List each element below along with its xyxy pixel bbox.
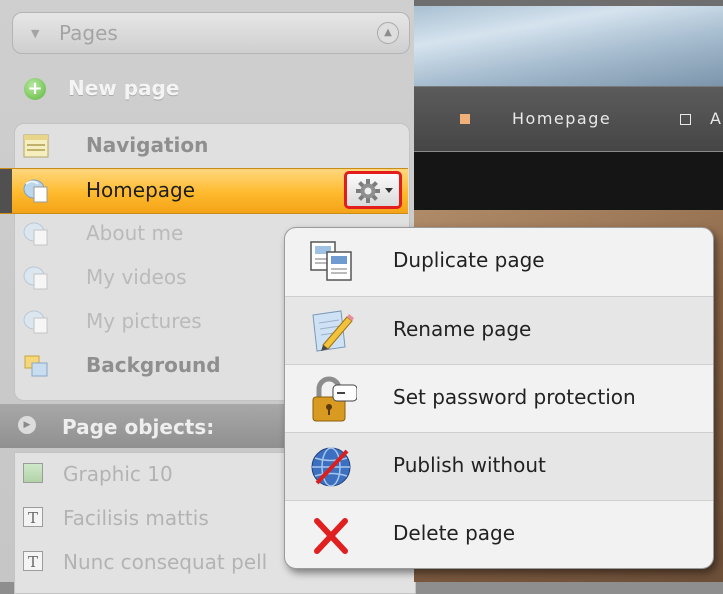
page-item-label: Homepage [86,178,196,202]
navigation-icon [23,134,49,158]
menu-item-label: Publish without [393,453,546,477]
text-icon: T [23,507,43,527]
menu-item-label: Rename page [393,317,532,341]
menu-item-label: Delete page [393,521,516,545]
chevron-down-icon [385,188,393,193]
delete-icon [314,518,348,554]
page-item-label: My videos [86,265,187,289]
page-objects-title: Page objects: [62,415,215,439]
menu-item-label: Duplicate page [393,248,545,272]
site-navigation-bar: Homepage A [414,86,723,153]
menu-item-publish-without[interactable]: Publish without [285,432,713,501]
page-context-menu: Duplicate page Rename page Set password … [284,227,714,569]
collapse-button[interactable]: ▲ [377,22,399,44]
background-icon [24,355,48,377]
menu-item-delete-page[interactable]: Delete page [285,500,713,568]
page-icon [23,222,48,246]
page-item-navigation[interactable]: Navigation [0,124,410,168]
object-item-label: Facilisis mattis [63,506,209,530]
page-icon [23,310,48,334]
page-item-label: Background [86,353,221,377]
nav-bullet-icon [460,114,470,124]
header-image [414,6,723,86]
expand-arrow-icon: ▼ [31,27,40,40]
rename-icon [312,310,354,352]
text-icon: T [23,551,43,571]
page-settings-button[interactable] [344,171,402,209]
nav-bullet-icon [680,114,691,125]
page-item-label: Navigation [86,133,209,157]
new-page-label: New page [68,76,180,100]
page-item-label: My pictures [86,309,202,333]
image-icon [23,463,43,483]
menu-item-duplicate-page[interactable]: Duplicate page [285,228,713,296]
page-item-label: About me [86,221,184,245]
pages-section-header[interactable]: ▼ Pages ▲ [12,12,410,54]
duplicate-icon [310,241,352,281]
nav-item-about[interactable]: A [710,109,721,128]
pages-header-title: Pages [59,21,118,45]
menu-item-rename-page[interactable]: Rename page [285,296,713,365]
page-icon [23,179,48,203]
nav-item-homepage[interactable]: Homepage [512,109,611,128]
object-item-label: Nunc consequat pell [63,550,268,574]
menu-item-label: Set password protection [393,385,636,409]
lock-icon [312,376,357,422]
page-icon [23,266,48,290]
gear-icon [356,179,380,203]
preview-band [414,152,723,210]
plus-icon: + [24,78,46,100]
object-item-label: Graphic 10 [63,462,173,486]
globe-no-publish-icon [311,447,351,487]
menu-item-set-password[interactable]: Set password protection [285,364,713,433]
expand-arrow-icon: ▶ [18,416,36,434]
